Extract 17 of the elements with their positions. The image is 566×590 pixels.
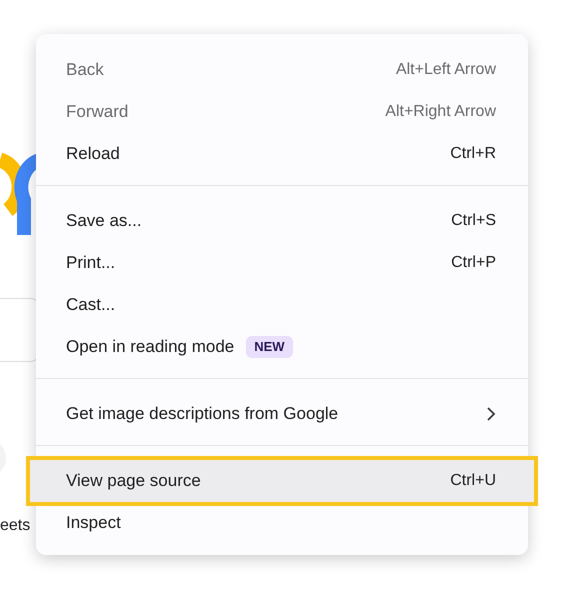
menu-item[interactable]: Get image descriptions from Google [36,393,528,435]
menu-item[interactable]: Open in reading mode NEW [36,326,528,368]
menu-item[interactable]: Print... Ctrl+P [36,242,528,284]
menu-item[interactable]: Save as... Ctrl+S [36,200,528,242]
shortcut-text: Ctrl+P [451,253,496,273]
shortcut-text: Alt+Left Arrow [396,60,496,80]
menu-item[interactable]: Cast... [36,284,528,326]
menu-item[interactable]: Inspect [36,502,528,544]
chevron-right-icon [486,407,496,421]
shortcut-text: Ctrl+S [451,211,496,231]
shortcut-text: Ctrl+U [450,471,496,491]
shortcut-text: Ctrl+R [450,144,496,164]
shortcut-label[interactable]: eets [0,515,30,537]
new-badge: NEW [246,336,293,358]
menu-item[interactable]: Reload Ctrl+R [36,133,528,175]
shortcut-text: Alt+Right Arrow [385,102,496,122]
menu-item[interactable]: View page source Ctrl+U [30,460,534,502]
